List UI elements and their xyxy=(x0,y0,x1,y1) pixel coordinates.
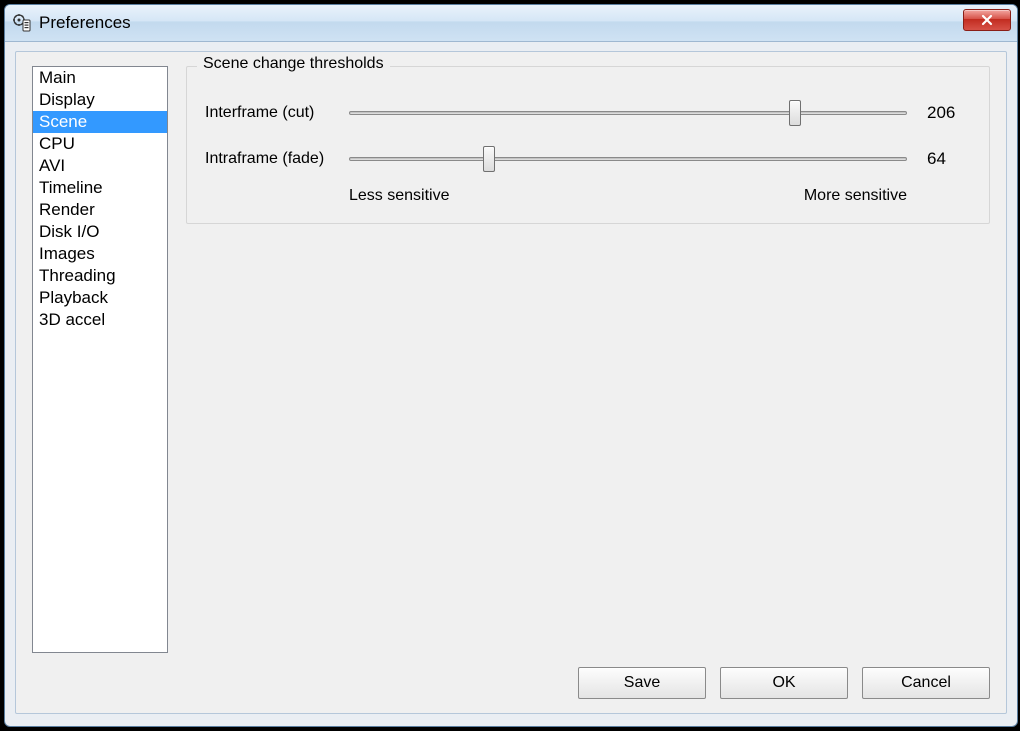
client-area: MainDisplaySceneCPUAVITimelineRenderDisk… xyxy=(15,51,1007,714)
group-title: Scene change thresholds xyxy=(197,55,390,73)
sidebar-item-images[interactable]: Images xyxy=(33,243,167,265)
ok-button[interactable]: OK xyxy=(720,667,848,699)
close-button[interactable] xyxy=(963,9,1011,31)
sidebar-item-avi[interactable]: AVI xyxy=(33,155,167,177)
sidebar-item-timeline[interactable]: Timeline xyxy=(33,177,167,199)
sidebar-item-playback[interactable]: Playback xyxy=(33,287,167,309)
cancel-button[interactable]: Cancel xyxy=(862,667,990,699)
interframe-row: Interframe (cut) 206 xyxy=(205,99,971,127)
scene-thresholds-group: Scene change thresholds Interframe (cut)… xyxy=(186,66,990,224)
sidebar-item-3d-accel[interactable]: 3D accel xyxy=(33,309,167,331)
slider-track xyxy=(349,111,907,115)
sidebar-item-render[interactable]: Render xyxy=(33,199,167,221)
sensitivity-captions: Less sensitive More sensitive xyxy=(349,187,907,205)
gear-film-icon xyxy=(13,14,31,32)
intraframe-value: 64 xyxy=(927,149,971,169)
intraframe-row: Intraframe (fade) 64 xyxy=(205,145,971,173)
intraframe-label: Intraframe (fade) xyxy=(205,150,349,168)
settings-panel: Scene change thresholds Interframe (cut)… xyxy=(186,66,990,653)
interframe-slider[interactable] xyxy=(349,99,907,127)
interframe-label: Interframe (cut) xyxy=(205,104,349,122)
titlebar[interactable]: Preferences xyxy=(5,5,1017,42)
sidebar-item-disk-i-o[interactable]: Disk I/O xyxy=(33,221,167,243)
intraframe-slider[interactable] xyxy=(349,145,907,173)
sidebar-item-display[interactable]: Display xyxy=(33,89,167,111)
caption-more-sensitive: More sensitive xyxy=(804,187,907,205)
slider-track xyxy=(349,157,907,161)
preferences-window: Preferences MainDisplaySceneCPUAVITimeli… xyxy=(4,4,1018,727)
dialog-buttons: Save OK Cancel xyxy=(578,667,990,699)
category-list[interactable]: MainDisplaySceneCPUAVITimelineRenderDisk… xyxy=(32,66,168,653)
slider-thumb[interactable] xyxy=(483,146,495,172)
interframe-value: 206 xyxy=(927,103,971,123)
window-title: Preferences xyxy=(39,13,131,33)
sidebar-item-main[interactable]: Main xyxy=(33,67,167,89)
sidebar-item-cpu[interactable]: CPU xyxy=(33,133,167,155)
close-icon xyxy=(980,14,994,26)
sidebar-item-threading[interactable]: Threading xyxy=(33,265,167,287)
save-button[interactable]: Save xyxy=(578,667,706,699)
sidebar-item-scene[interactable]: Scene xyxy=(33,111,167,133)
caption-less-sensitive: Less sensitive xyxy=(349,187,450,205)
slider-thumb[interactable] xyxy=(789,100,801,126)
